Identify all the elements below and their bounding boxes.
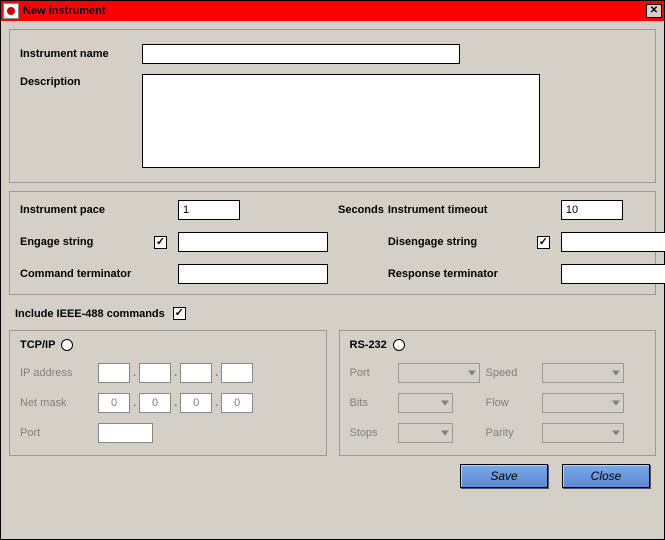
- ip-octet-2[interactable]: [139, 363, 171, 383]
- pace-label: Instrument pace: [20, 204, 150, 216]
- save-button[interactable]: Save: [460, 464, 548, 488]
- mask-label: Net mask: [20, 397, 98, 409]
- window-close-button[interactable]: ✕: [646, 4, 662, 18]
- connection-row: TCP/IP IP address . . . Net mask . .: [9, 330, 656, 456]
- instrument-name-input[interactable]: [142, 44, 460, 64]
- ip-label: IP address: [20, 367, 98, 379]
- rs-parity-combo[interactable]: [542, 423, 624, 443]
- pace-units: Seconds: [332, 204, 384, 216]
- panel-rs232: RS-232 Port Speed Bits Flow Stops Parity: [339, 330, 657, 456]
- rs-flow-combo[interactable]: [542, 393, 624, 413]
- disengage-checkbox[interactable]: [537, 236, 550, 249]
- disengage-label: Disengage string: [388, 236, 533, 248]
- ieee-checkbox[interactable]: [173, 307, 186, 320]
- tcpip-radio[interactable]: [61, 339, 73, 351]
- rs232-radio[interactable]: [393, 339, 405, 351]
- rs-stops-combo[interactable]: [398, 423, 453, 443]
- rs-speed-label: Speed: [486, 367, 536, 379]
- cmdterm-label: Command terminator: [20, 268, 174, 280]
- ip-octet-3[interactable]: [180, 363, 212, 383]
- timeout-label: Instrument timeout: [388, 204, 533, 216]
- rs-parity-label: Parity: [486, 427, 536, 439]
- window-title: New instrument: [23, 5, 646, 17]
- description-label: Description: [20, 74, 142, 88]
- ieee-row: Include IEEE-488 commands: [9, 303, 656, 330]
- mask-octet-2[interactable]: [139, 393, 171, 413]
- close-button[interactable]: Close: [562, 464, 650, 488]
- ieee-label: Include IEEE-488 commands: [15, 308, 165, 320]
- description-input[interactable]: [142, 74, 540, 168]
- app-icon: [3, 3, 19, 19]
- disengage-input[interactable]: [561, 232, 665, 252]
- mask-octet-4[interactable]: [221, 393, 253, 413]
- respterm-label: Response terminator: [388, 268, 557, 280]
- engage-checkbox[interactable]: [154, 236, 167, 249]
- rs-bits-combo[interactable]: [398, 393, 453, 413]
- mask-octet-3[interactable]: [180, 393, 212, 413]
- ip-octet-1[interactable]: [98, 363, 130, 383]
- engage-input[interactable]: [178, 232, 328, 252]
- rs-flow-label: Flow: [486, 397, 536, 409]
- panel-tcpip: TCP/IP IP address . . . Net mask . .: [9, 330, 327, 456]
- rs-stops-label: Stops: [350, 427, 392, 439]
- rs232-header: RS-232: [350, 339, 387, 351]
- rs-speed-combo[interactable]: [542, 363, 624, 383]
- content: Instrument name Description Instrument p…: [1, 21, 664, 539]
- panel-timing: Instrument pace Seconds Instrument timeo…: [9, 191, 656, 295]
- titlebar: New instrument ✕: [1, 1, 664, 21]
- instrument-name-label: Instrument name: [20, 48, 142, 60]
- rs-port-label: Port: [350, 367, 392, 379]
- window: New instrument ✕ Instrument name Descrip…: [0, 0, 665, 540]
- mask-field: . . .: [98, 393, 316, 413]
- cmdterm-input[interactable]: [178, 264, 328, 284]
- rs-bits-label: Bits: [350, 397, 392, 409]
- respterm-input[interactable]: [561, 264, 665, 284]
- mask-octet-1[interactable]: [98, 393, 130, 413]
- tcp-port-label: Port: [20, 427, 98, 439]
- tcp-port-input[interactable]: [98, 423, 153, 443]
- ip-octet-4[interactable]: [221, 363, 253, 383]
- panel-general: Instrument name Description: [9, 29, 656, 183]
- engage-label: Engage string: [20, 236, 150, 248]
- tcpip-header: TCP/IP: [20, 339, 55, 351]
- timeout-input[interactable]: [561, 200, 623, 220]
- ip-field: . . .: [98, 363, 316, 383]
- button-row: Save Close: [9, 456, 656, 492]
- pace-input[interactable]: [178, 200, 240, 220]
- rs-port-combo[interactable]: [398, 363, 480, 383]
